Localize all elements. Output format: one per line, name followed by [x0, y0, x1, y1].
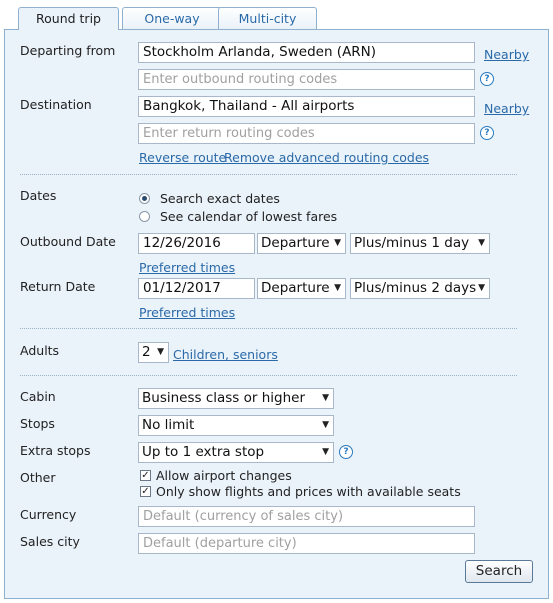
tab-multi-city[interactable]: Multi-city — [218, 7, 317, 29]
outbound-date-input[interactable]: 12/26/2016 — [138, 233, 255, 254]
adults-label: Adults — [20, 343, 60, 358]
chevron-down-icon: ▼ — [322, 420, 329, 430]
outbound-routing-input[interactable]: Enter outbound routing codes — [138, 69, 475, 90]
available-seats-label: Only show flights and prices with availa… — [156, 484, 461, 499]
help-icon[interactable]: ? — [339, 445, 353, 459]
sales-city-input[interactable]: Default (departure city) — [138, 533, 475, 554]
return-time-type-value: Departure — [261, 280, 330, 296]
return-date-label: Return Date — [20, 279, 96, 294]
airport-changes-checkbox[interactable]: ✓ — [140, 470, 151, 481]
sales-city-label: Sales city — [20, 534, 80, 549]
search-button[interactable]: Search — [465, 560, 533, 583]
other-label: Other — [20, 470, 56, 485]
help-icon[interactable]: ? — [480, 126, 494, 140]
return-preferred-times-link[interactable]: Preferred times — [139, 305, 235, 320]
dates-label: Dates — [20, 188, 57, 203]
stops-select[interactable]: No limit ▼ — [138, 415, 334, 436]
outbound-time-type-select[interactable]: Departure ▼ — [257, 233, 346, 254]
cabin-value: Business class or higher — [142, 390, 306, 406]
extra-stops-select[interactable]: Up to 1 extra stop ▼ — [138, 442, 334, 463]
stops-value: No limit — [142, 417, 195, 433]
calendar-fares-label: See calendar of lowest fares — [160, 209, 338, 224]
chevron-down-icon: ▼ — [334, 238, 341, 248]
chevron-down-icon: ▼ — [478, 238, 485, 248]
chevron-down-icon: ▼ — [322, 447, 329, 457]
chevron-down-icon: ▼ — [478, 283, 485, 293]
outbound-flex-select[interactable]: Plus/minus 1 day ▼ — [350, 233, 490, 254]
destination-nearby-link[interactable]: Nearby — [484, 101, 529, 116]
outbound-flex-value: Plus/minus 1 day — [354, 235, 470, 251]
tab-round-trip[interactable]: Round trip — [18, 7, 119, 30]
exact-dates-radio[interactable] — [139, 193, 150, 204]
calendar-fares-radio[interactable] — [139, 211, 150, 222]
destination-label: Destination — [20, 97, 92, 112]
return-flex-select[interactable]: Plus/minus 2 days ▼ — [350, 278, 490, 299]
children-seniors-link[interactable]: Children, seniors — [173, 347, 278, 362]
currency-input[interactable]: Default (currency of sales city) — [138, 506, 475, 527]
chevron-down-icon: ▼ — [334, 283, 341, 293]
cabin-label: Cabin — [20, 389, 56, 404]
outbound-time-type-value: Departure — [261, 235, 330, 251]
return-time-type-select[interactable]: Departure ▼ — [257, 278, 346, 299]
destination-input[interactable]: Bangkok, Thailand - All airports — [138, 96, 475, 117]
extra-stops-value: Up to 1 extra stop — [142, 444, 265, 460]
outbound-preferred-times-link[interactable]: Preferred times — [139, 260, 235, 275]
outbound-date-label: Outbound Date — [20, 234, 116, 249]
section-divider — [20, 375, 517, 376]
chevron-down-icon: ▼ — [322, 393, 329, 403]
stops-label: Stops — [20, 416, 55, 431]
adults-select[interactable]: 2 ▼ — [138, 342, 169, 363]
chevron-down-icon: ▼ — [157, 347, 164, 357]
adults-value: 2 — [142, 344, 151, 360]
section-divider — [20, 174, 517, 175]
departure-nearby-link[interactable]: Nearby — [484, 47, 529, 62]
reverse-route-link[interactable]: Reverse route — [139, 150, 226, 165]
tab-one-way[interactable]: One-way — [122, 7, 222, 29]
remove-routing-codes-link[interactable]: Remove advanced routing codes — [224, 150, 429, 165]
cabin-select[interactable]: Business class or higher ▼ — [138, 388, 334, 409]
exact-dates-label: Search exact dates — [160, 191, 280, 206]
return-routing-input[interactable]: Enter return routing codes — [138, 123, 475, 144]
currency-label: Currency — [20, 507, 77, 522]
help-icon[interactable]: ? — [480, 72, 494, 86]
return-date-input[interactable]: 01/12/2017 — [138, 278, 255, 299]
extra-stops-label: Extra stops — [20, 443, 91, 458]
return-flex-value: Plus/minus 2 days — [354, 280, 477, 296]
airport-changes-label: Allow airport changes — [156, 468, 292, 483]
section-divider — [20, 328, 517, 329]
available-seats-checkbox[interactable]: ✓ — [140, 486, 151, 497]
departing-from-label: Departing from — [20, 43, 116, 58]
departure-input[interactable]: Stockholm Arlanda, Sweden (ARN) — [138, 42, 475, 63]
